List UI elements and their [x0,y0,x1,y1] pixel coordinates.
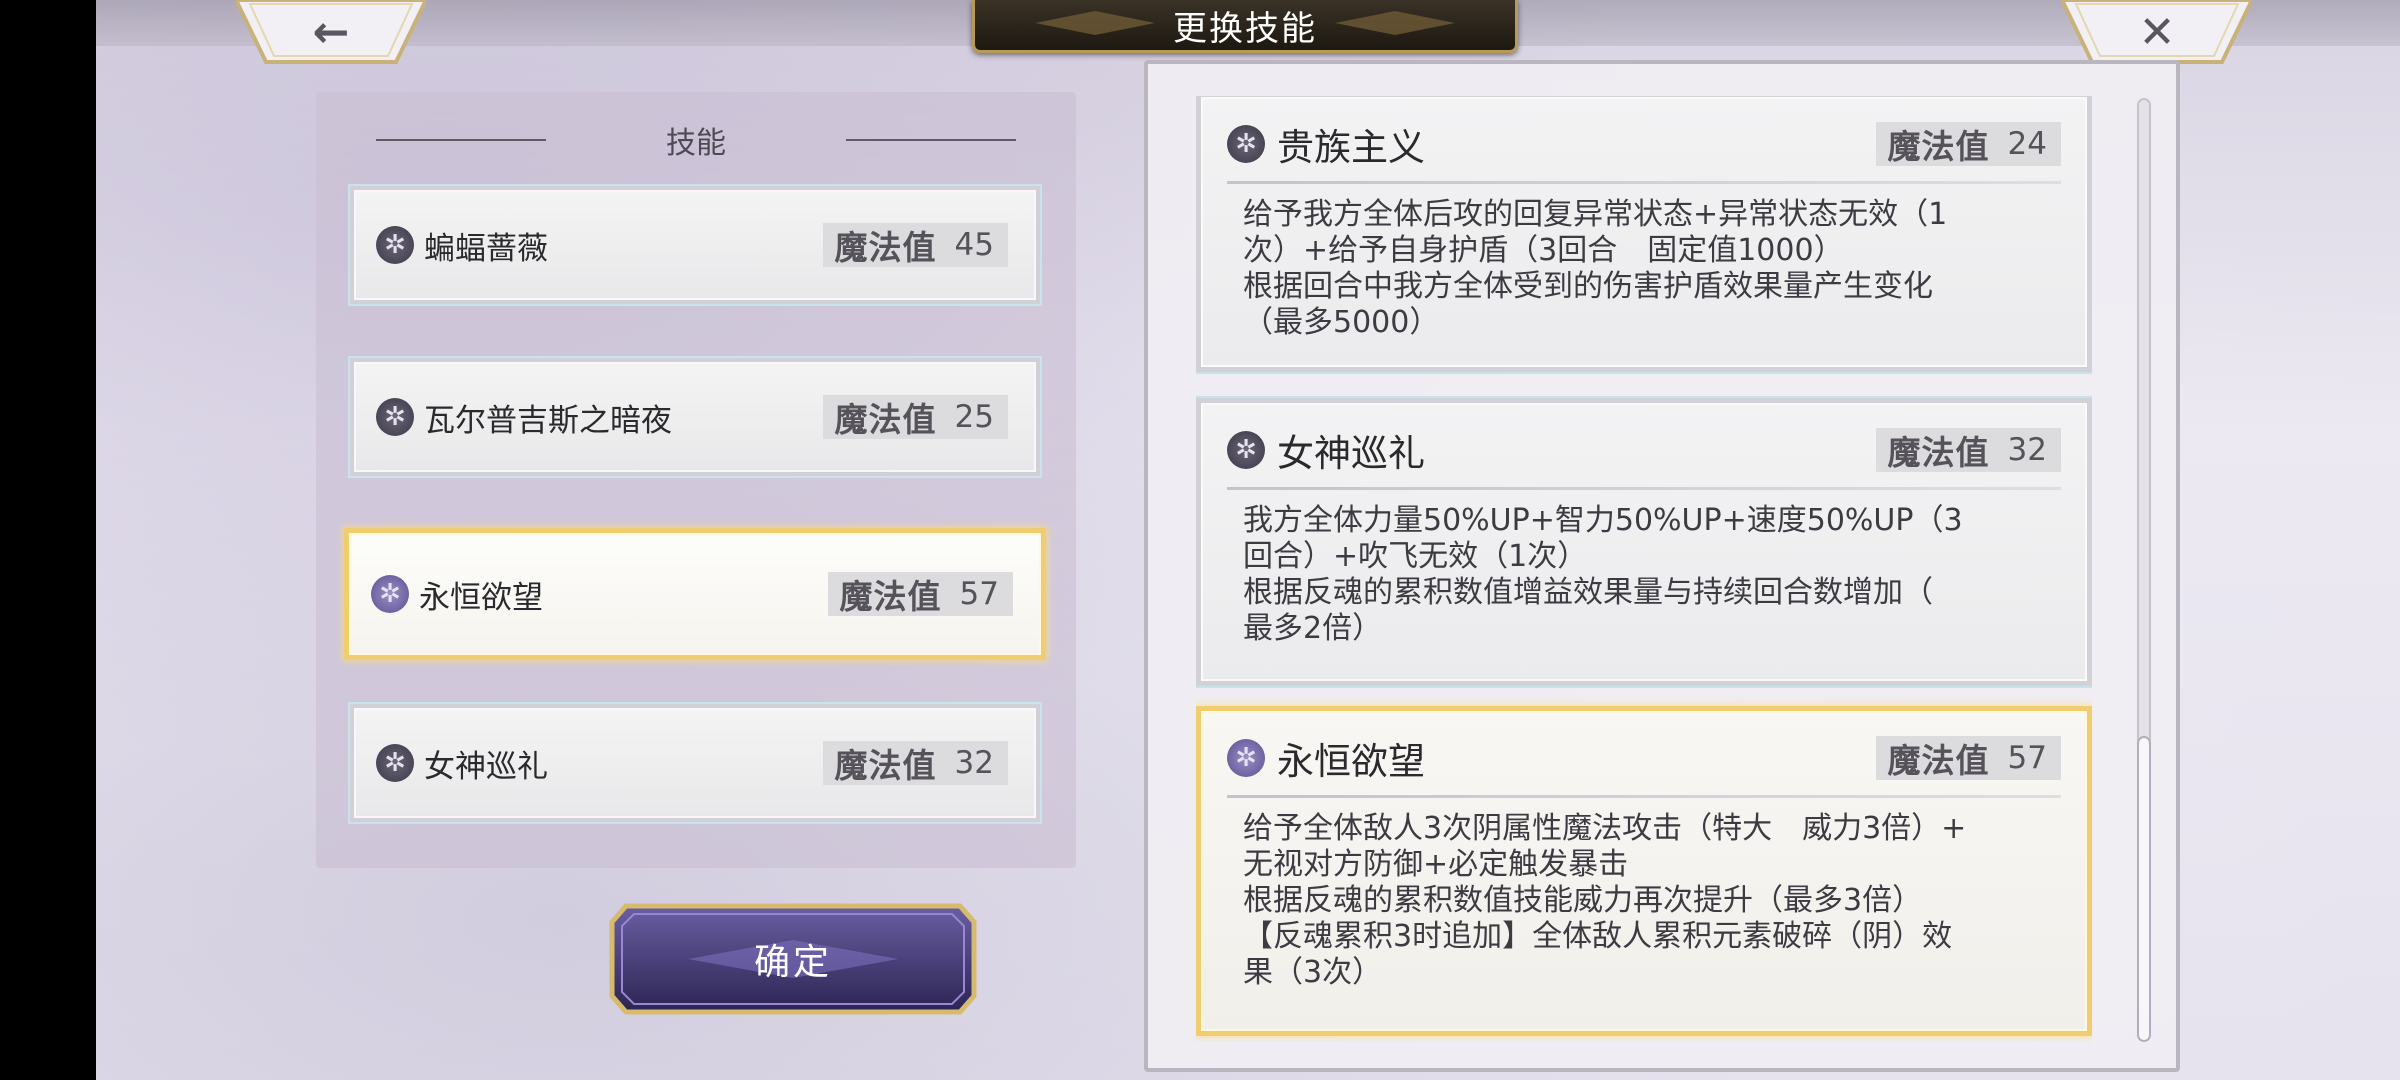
mp-cost: 魔法值 45 [822,223,1008,267]
skill-emblem-icon: ✲ [371,575,409,613]
confirm-label: 确定 [753,942,832,983]
skill-detail-card[interactable]: ✲ 女神巡礼 魔法值 32 我方全体力量50%UP+智力50%UP+速度50%U… [1196,398,2092,686]
skill-description: 给予全体敌人3次阴属性魔法攻击（特大 威力3倍）+ 无视对方防御+必定触发暴击 … [1243,811,1967,990]
mp-value: 57 [959,576,999,612]
mp-value: 24 [2007,126,2047,162]
detail-header: ✲ 贵族主义 魔法值 24 [1227,119,2061,169]
header-line-left [376,139,546,141]
mp-value: 45 [954,227,994,263]
mp-value: 25 [954,399,994,435]
skill-list-title: 技能 [666,126,726,161]
detail-skill-name: 贵族主义 [1277,126,1425,169]
header-line-right [846,139,1016,141]
mp-label: 魔法值 [834,400,937,439]
detail-divider [1227,181,2061,184]
page-title: 更换技能 [1173,8,1317,49]
skill-detail-list[interactable]: ✲ 贵族主义 魔法值 24 给予我方全体后攻的回复异常状态+异常状态无效（1 次… [1196,96,2092,1042]
detail-divider [1227,487,2061,490]
skill-name: 蝙蝠蔷薇 [424,230,548,267]
skill-description: 给予我方全体后攻的回复异常状态+异常状态无效（1 次）+给予自身护盾（3回合 固… [1243,197,1948,340]
detail-scrollbar[interactable] [2137,98,2151,1042]
mp-label: 魔法值 [1887,741,1990,780]
skill-name: 永恒欲望 [419,579,543,616]
skill-detail-card-selected[interactable]: ✲ 永恒欲望 魔法值 57 给予全体敌人3次阴属性魔法攻击（特大 威力3倍）+ … [1196,706,2092,1036]
title-ornament-left [1035,11,1155,35]
mp-cost: 魔法值 32 [822,741,1008,785]
mp-value: 57 [2007,740,2047,776]
title-plate: 更换技能 [972,0,1518,53]
detail-skill-name: 永恒欲望 [1277,740,1425,783]
skill-list-header: 技能 [316,120,1076,161]
detail-header: ✲ 女神巡礼 魔法值 32 [1227,425,2061,475]
skill-emblem-icon: ✲ [1227,739,1265,777]
skill-item-selected[interactable]: ✲ 永恒欲望 魔法值 57 [344,528,1046,660]
skill-name: 瓦尔普吉斯之暗夜 [424,402,672,439]
detail-header: ✲ 永恒欲望 魔法值 57 [1227,733,2061,783]
mp-label: 魔法值 [1887,433,1990,472]
close-button[interactable]: ✕ [2062,0,2252,64]
skill-list-panel: 技能 ✲ 蝙蝠蔷薇 魔法值 45 ✲ 瓦尔普吉斯之暗夜 魔法值 25 ✲ 永恒欲… [316,92,1076,868]
back-button[interactable]: ← [236,0,426,64]
detail-divider [1227,795,2061,798]
confirm-button[interactable]: 确定 [608,900,978,1018]
skill-item[interactable]: ✲ 蝙蝠蔷薇 魔法值 45 [350,186,1040,304]
skill-emblem-icon: ✲ [376,398,414,436]
skill-item[interactable]: ✲ 女神巡礼 魔法值 32 [350,704,1040,822]
title-ornament-right [1335,11,1455,35]
mp-label: 魔法值 [839,577,942,616]
mp-label: 魔法值 [834,228,937,267]
mp-value: 32 [954,745,994,781]
mp-cost: 魔法值 57 [1875,736,2061,780]
skill-emblem-icon: ✲ [376,744,414,782]
close-icon: ✕ [2138,6,2176,58]
skill-emblem-icon: ✲ [1227,125,1265,163]
skill-emblem-icon: ✲ [1227,431,1265,469]
mp-label: 魔法值 [1887,127,1990,166]
mp-cost: 魔法值 25 [822,395,1008,439]
skill-detail-card[interactable]: ✲ 贵族主义 魔法值 24 给予我方全体后攻的回复异常状态+异常状态无效（1 次… [1196,96,2092,372]
skill-description: 我方全体力量50%UP+智力50%UP+速度50%UP（3 回合）+吹飞无效（1… [1243,503,1963,646]
skill-emblem-icon: ✲ [376,226,414,264]
mp-cost: 魔法值 32 [1875,428,2061,472]
detail-skill-name: 女神巡礼 [1277,432,1425,475]
mp-value: 32 [2007,432,2047,468]
skill-item[interactable]: ✲ 瓦尔普吉斯之暗夜 魔法值 25 [350,358,1040,476]
skill-name: 女神巡礼 [424,748,548,785]
mp-cost: 魔法值 24 [1875,122,2061,166]
arrow-left-icon: ← [312,6,350,58]
mp-label: 魔法值 [834,746,937,785]
mp-cost: 魔法值 57 [827,572,1013,616]
scrollbar-thumb[interactable] [2137,736,2151,1042]
